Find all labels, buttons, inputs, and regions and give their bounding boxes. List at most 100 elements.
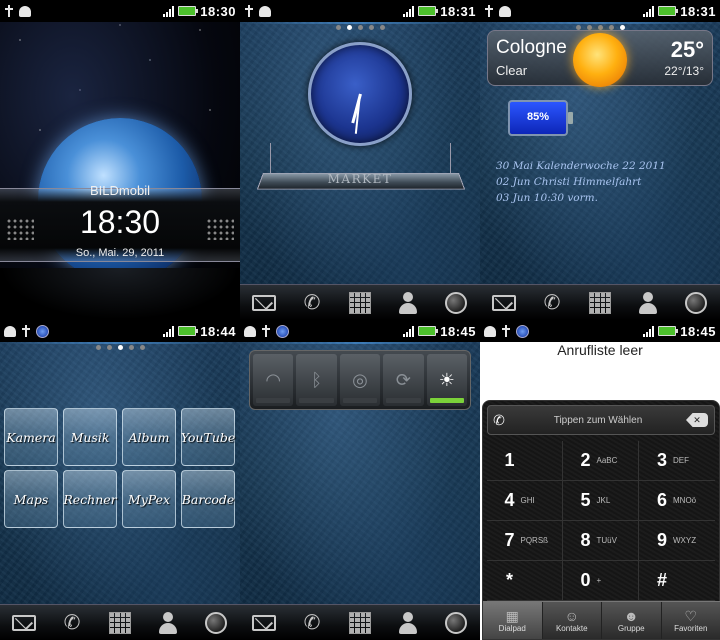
usb-icon <box>244 5 254 17</box>
contacts-icon[interactable] <box>154 610 182 636</box>
app-maps[interactable]: Maps <box>4 470 58 528</box>
wifi-toggle[interactable]: ◠ <box>253 354 294 406</box>
android-debug-icon <box>484 325 496 337</box>
app-rechner[interactable]: Rechner <box>63 470 117 528</box>
sync-toggle[interactable]: ⟳ <box>383 354 424 406</box>
mail-icon[interactable] <box>10 610 38 636</box>
status-bar[interactable]: 18:31 <box>480 0 720 22</box>
market-label[interactable]: MARKET <box>240 172 480 186</box>
app-barcode[interactable]: Barcode <box>181 470 235 528</box>
sync-icon: ⟳ <box>395 369 411 390</box>
weather-city: Cologne <box>496 37 567 58</box>
mail-icon[interactable] <box>490 290 518 316</box>
apps-grid-icon[interactable] <box>586 290 614 316</box>
weather-condition: Clear <box>496 63 528 78</box>
bluetooth-icon: ᛒ <box>311 369 323 390</box>
dial-key[interactable]: 1 <box>487 441 563 481</box>
calendar-entry: 02 Jun Christi Himmelfahrt <box>496 176 642 188</box>
page-dot-active <box>346 24 352 30</box>
power-control-widget: ◠ ᛒ ◎ ⟳ ☀ <box>249 350 471 410</box>
dial-key-letters: DEF <box>673 456 689 465</box>
gps-toggle[interactable]: ◎ <box>339 354 381 406</box>
apps-grid-icon[interactable] <box>106 610 134 636</box>
dial-key-digit: 3 <box>656 450 667 470</box>
android-debug-icon <box>244 325 256 337</box>
status-bar[interactable]: 18:31 <box>240 0 480 22</box>
status-bar[interactable]: 18:45 <box>240 320 480 342</box>
dial-key[interactable]: 8 TUüV <box>563 521 639 561</box>
gps-icon: ◎ <box>352 369 368 390</box>
dial-key-letters: PQRSß <box>520 536 549 545</box>
analog-clock-widget[interactable] <box>308 42 412 146</box>
sun-icon <box>573 33 627 87</box>
brightness-toggle[interactable]: ☀ <box>426 354 468 406</box>
app-kamera[interactable]: Kamera <box>4 408 58 466</box>
app-musik[interactable]: Musik <box>63 408 117 466</box>
contacts-icon[interactable] <box>394 290 422 316</box>
dial-key[interactable]: 5 JKL <box>563 481 639 521</box>
dialpad: ✆ Tippen zum Wählen ✕ 1 2 AaBC 3 DEF 4 GHI 5 JKL… <box>482 400 720 640</box>
tab-gruppe[interactable]: ☻ Gruppe <box>602 602 662 639</box>
dial-key-digit: # <box>656 570 667 590</box>
app-youtube[interactable]: YouTube <box>181 408 235 466</box>
dial-key[interactable]: * <box>487 561 563 601</box>
page-dot <box>106 344 112 350</box>
apps-grid-icon[interactable] <box>346 290 374 316</box>
lockscreen-panel: BILDmobil 18:30 So., Mai. 29, 2011 18:30 <box>0 0 240 320</box>
phone-icon[interactable]: ✆ <box>298 610 326 636</box>
dial-key-digit: 7 <box>504 530 515 550</box>
browser-globe-icon[interactable] <box>442 290 470 316</box>
dock: ✆ <box>480 284 720 320</box>
app-mypex[interactable]: MyPex <box>122 470 176 528</box>
phone-icon[interactable]: ✆ <box>58 610 86 636</box>
page-dot <box>95 344 101 350</box>
page-dot <box>597 24 603 30</box>
brightness-icon: ☀ <box>438 369 455 390</box>
dial-key-digit: 2 <box>580 450 591 470</box>
dial-key[interactable]: 9 WXYZ <box>639 521 715 561</box>
browser-globe-icon[interactable] <box>202 610 230 636</box>
dial-key[interactable]: 3 DEF <box>639 441 715 481</box>
dial-key[interactable]: 7 PQRSß <box>487 521 563 561</box>
status-bar[interactable]: 18:30 <box>0 0 240 22</box>
dial-key-letters: MNOö <box>673 496 697 505</box>
dial-key[interactable]: 0 + <box>563 561 639 601</box>
app-album[interactable]: Album <box>122 408 176 466</box>
dial-key[interactable]: 2 AaBC <box>563 441 639 481</box>
dial-key-digit: 9 <box>656 530 667 550</box>
dial-key-digit: 0 <box>580 570 591 590</box>
phone-icon[interactable]: ✆ <box>538 290 566 316</box>
dial-key[interactable]: # <box>639 561 715 601</box>
calendar-entry: 30 Mai Kalenderwoche 22 2011 <box>496 160 666 172</box>
dial-key[interactable]: 4 GHI <box>487 481 563 521</box>
contacts-icon[interactable] <box>394 610 422 636</box>
usb-icon <box>484 5 494 17</box>
battery-icon <box>418 326 439 336</box>
tab-favoriten[interactable]: ♡ Favoriten <box>662 602 720 639</box>
contacts-icon[interactable] <box>634 290 662 316</box>
signal-icon <box>403 5 415 17</box>
bluetooth-toggle[interactable]: ᛒ <box>296 354 337 406</box>
battery-level: 85% <box>526 111 550 123</box>
apps-grid-icon[interactable] <box>346 610 374 636</box>
status-bar[interactable]: 18:44 <box>0 320 240 342</box>
mail-icon[interactable] <box>250 290 278 316</box>
signal-icon <box>643 325 655 337</box>
dock: ✆ <box>240 284 480 320</box>
wifi-icon: ◠ <box>265 369 282 390</box>
page-dot-active <box>619 24 625 30</box>
mail-icon[interactable] <box>250 610 278 636</box>
lock-clock: 18:30 <box>79 204 161 240</box>
browser-globe-icon[interactable] <box>442 610 470 636</box>
page-dot <box>368 24 374 30</box>
phone-icon[interactable]: ✆ <box>298 290 326 316</box>
tab-dialpad[interactable]: ▦ Dialpad <box>483 602 543 639</box>
battery-widget[interactable]: 85% <box>508 100 573 136</box>
browser-globe-icon[interactable] <box>682 290 710 316</box>
dial-input[interactable]: ✆ Tippen zum Wählen ✕ <box>487 405 715 435</box>
backspace-icon[interactable]: ✕ <box>686 413 708 427</box>
status-bar[interactable]: 18:45 <box>480 320 720 342</box>
calendar-widget[interactable]: 30 Mai Kalenderwoche 22 2011 02 Jun Chri… <box>496 158 666 206</box>
dial-key[interactable]: 6 MNOö <box>639 481 715 521</box>
tab-kontakte[interactable]: ☺ Kontakte <box>543 602 602 639</box>
